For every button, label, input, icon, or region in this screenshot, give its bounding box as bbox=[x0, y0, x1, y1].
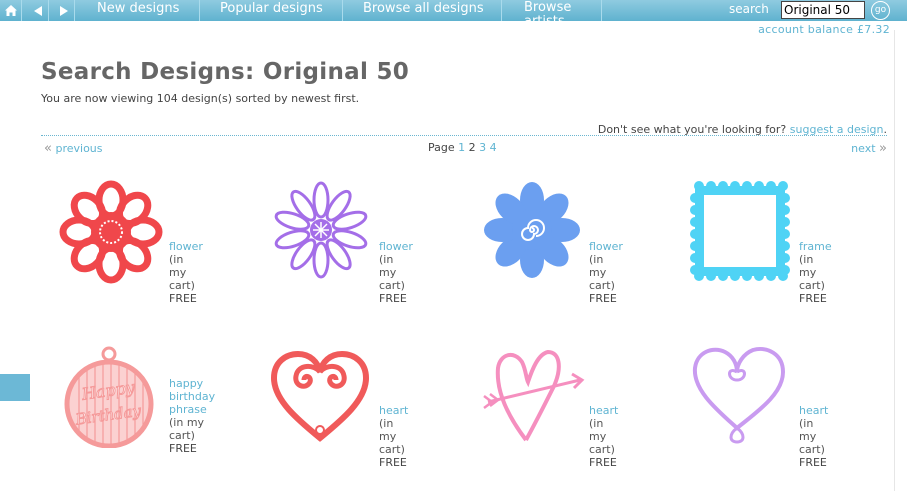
cart-status: (in my cart) bbox=[589, 417, 615, 456]
feedback-tab[interactable] bbox=[0, 374, 30, 401]
design-name[interactable]: flower bbox=[589, 240, 623, 253]
design-name[interactable]: flower bbox=[379, 240, 413, 253]
cart-status: (in my cart) bbox=[379, 253, 405, 292]
daisy-icon[interactable] bbox=[268, 178, 376, 282]
design-name[interactable]: flower bbox=[169, 240, 203, 253]
search-label: search bbox=[729, 2, 769, 16]
next-label: next bbox=[851, 142, 876, 155]
heart-arrow-icon[interactable] bbox=[478, 344, 586, 448]
swirl-flower-icon[interactable] bbox=[478, 178, 586, 282]
cart-status: (in my cart) bbox=[799, 417, 825, 456]
swirl-heart-icon[interactable] bbox=[268, 350, 376, 446]
divider bbox=[41, 135, 887, 136]
top-nav-bar: New designs Popular designs Browse all d… bbox=[0, 0, 907, 21]
double-right-arrow-icon: » bbox=[879, 141, 887, 156]
design-price: FREE bbox=[169, 442, 197, 455]
double-left-arrow-icon: « bbox=[44, 141, 52, 156]
search-input[interactable] bbox=[781, 1, 865, 19]
page-link-3[interactable]: 3 bbox=[479, 141, 486, 154]
go-button[interactable]: go bbox=[871, 1, 890, 20]
scalloped-frame-icon[interactable] bbox=[689, 180, 793, 284]
nav-new-designs[interactable]: New designs bbox=[75, 0, 200, 21]
page-link-1[interactable]: 1 bbox=[458, 141, 465, 154]
cart-status: (in my cart) bbox=[379, 417, 405, 456]
nav-popular-designs[interactable]: Popular designs bbox=[198, 0, 343, 21]
cart-status: (in my cart) bbox=[169, 416, 205, 442]
scrollbar[interactable] bbox=[894, 30, 907, 491]
flower-icon[interactable] bbox=[55, 178, 167, 286]
design-price: FREE bbox=[589, 456, 617, 469]
design-price: FREE bbox=[799, 456, 827, 469]
page-label: Page bbox=[428, 141, 455, 154]
nav-browse-all-designs[interactable]: Browse all designs bbox=[341, 0, 502, 21]
design-price: FREE bbox=[589, 292, 617, 305]
design-name[interactable]: frame bbox=[799, 240, 832, 253]
previous-link[interactable]: « previous bbox=[44, 141, 103, 156]
page-link-4[interactable]: 4 bbox=[490, 141, 497, 154]
back-arrow-icon[interactable] bbox=[27, 0, 49, 21]
birthday-tag-icon[interactable]: Happy Birthday bbox=[55, 344, 165, 448]
pagination: Page 1 2 3 4 bbox=[428, 141, 497, 154]
design-price: FREE bbox=[379, 292, 407, 305]
design-name[interactable]: happy birthday phrase bbox=[169, 377, 229, 416]
page-title: Search Designs: Original 50 bbox=[41, 59, 410, 85]
design-price: FREE bbox=[379, 456, 407, 469]
cart-status: (in my cart) bbox=[589, 253, 615, 292]
loop-heart-icon[interactable] bbox=[689, 344, 793, 448]
next-link[interactable]: next » bbox=[851, 141, 887, 156]
cart-status: (in my cart) bbox=[799, 253, 825, 292]
design-price: FREE bbox=[169, 292, 197, 305]
account-balance[interactable]: account balance £7.32 bbox=[758, 23, 890, 36]
previous-label: previous bbox=[55, 142, 103, 155]
design-name[interactable]: heart bbox=[589, 404, 618, 417]
design-name[interactable]: heart bbox=[379, 404, 408, 417]
home-icon[interactable] bbox=[0, 0, 22, 21]
design-price: FREE bbox=[799, 292, 827, 305]
results-summary: You are now viewing 104 design(s) sorted… bbox=[41, 92, 360, 105]
page-current-2: 2 bbox=[468, 141, 476, 154]
cart-status: (in my cart) bbox=[169, 253, 195, 292]
forward-arrow-icon[interactable] bbox=[53, 0, 75, 21]
nav-browse-artists[interactable]: Browse artists bbox=[502, 0, 602, 21]
design-name[interactable]: heart bbox=[799, 404, 828, 417]
